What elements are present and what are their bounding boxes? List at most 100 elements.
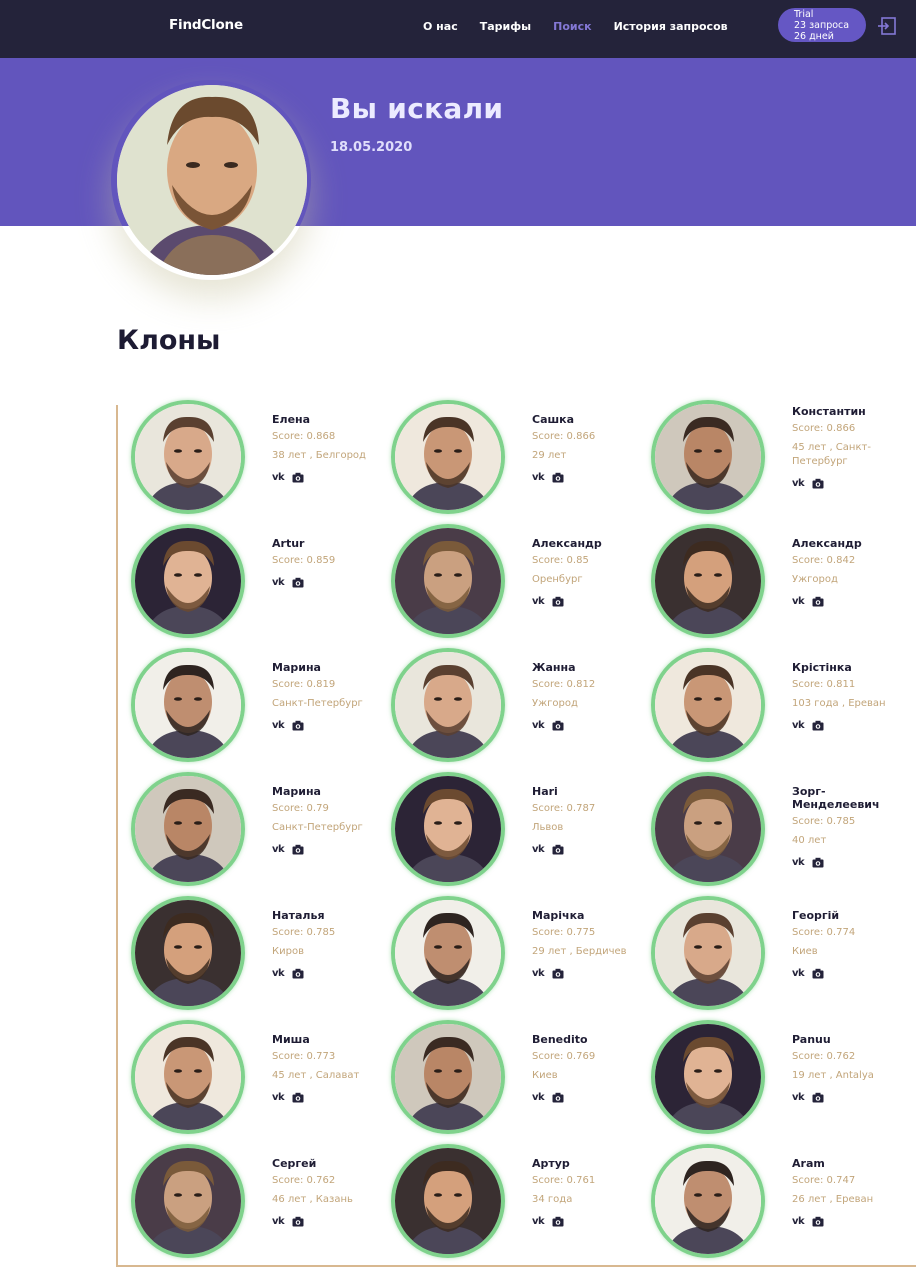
clone-avatar[interactable] <box>131 648 245 762</box>
clone-name[interactable]: Benedito <box>532 1033 642 1046</box>
clone-name[interactable]: Сашка <box>532 413 642 426</box>
clone-name[interactable]: Hari <box>532 785 642 798</box>
clone-links: vk <box>272 1092 382 1103</box>
vk-icon[interactable]: vk <box>532 844 545 855</box>
nav-tariffs[interactable]: Тарифы <box>480 20 531 33</box>
vk-icon[interactable]: vk <box>272 1092 285 1103</box>
camera-icon[interactable] <box>812 478 824 489</box>
vk-icon[interactable]: vk <box>272 844 285 855</box>
trial-badge[interactable]: Trial 23 запроса 26 дней <box>778 8 866 42</box>
nav-search[interactable]: Поиск <box>553 20 591 33</box>
camera-icon[interactable] <box>812 857 824 868</box>
vk-icon[interactable]: vk <box>532 596 545 607</box>
clone-name[interactable]: Марічка <box>532 909 642 922</box>
camera-icon[interactable] <box>292 720 304 731</box>
clone-name[interactable]: Александр <box>792 537 902 550</box>
clone-links: vk <box>272 844 382 855</box>
clone-avatar[interactable] <box>651 400 765 514</box>
vk-icon[interactable]: vk <box>532 1092 545 1103</box>
camera-icon[interactable] <box>812 720 824 731</box>
clone-links: vk <box>532 596 642 607</box>
clone-name[interactable]: Константин <box>792 405 902 418</box>
vk-icon[interactable]: vk <box>792 478 805 489</box>
camera-icon[interactable] <box>552 844 564 855</box>
clone-name[interactable]: Елена <box>272 413 382 426</box>
camera-icon[interactable] <box>552 968 564 979</box>
vk-icon[interactable]: vk <box>272 472 285 483</box>
vk-icon[interactable]: vk <box>532 720 545 731</box>
clone-links: vk <box>272 1216 382 1227</box>
camera-icon[interactable] <box>292 844 304 855</box>
clone-avatar[interactable] <box>651 524 765 638</box>
clone-name[interactable]: Наталья <box>272 909 382 922</box>
camera-icon[interactable] <box>812 1092 824 1103</box>
camera-icon[interactable] <box>552 720 564 731</box>
clone-name[interactable]: Крістінка <box>792 661 902 674</box>
clone-avatar[interactable] <box>131 1144 245 1258</box>
clone-name[interactable]: Александр <box>532 537 642 550</box>
nav-about[interactable]: О нас <box>423 20 458 33</box>
vk-icon[interactable]: vk <box>272 968 285 979</box>
vk-icon[interactable]: vk <box>792 1092 805 1103</box>
clone-avatar[interactable] <box>391 896 505 1010</box>
vk-icon[interactable]: vk <box>792 857 805 868</box>
vk-icon[interactable]: vk <box>792 1216 805 1227</box>
vk-icon[interactable]: vk <box>532 968 545 979</box>
camera-icon[interactable] <box>292 1092 304 1103</box>
logo[interactable]: FindClone <box>169 17 243 33</box>
nav-history[interactable]: История запросов <box>614 20 728 33</box>
clone-avatar[interactable] <box>131 400 245 514</box>
clone-avatar[interactable] <box>651 648 765 762</box>
clone-name[interactable]: Artur <box>272 537 382 550</box>
vk-icon[interactable]: vk <box>532 1216 545 1227</box>
vk-icon[interactable]: vk <box>272 1216 285 1227</box>
vk-icon[interactable]: vk <box>532 472 545 483</box>
clone-name[interactable]: Миша <box>272 1033 382 1046</box>
camera-icon[interactable] <box>552 472 564 483</box>
clone-avatar[interactable] <box>651 772 765 886</box>
logout-icon[interactable] <box>877 16 897 36</box>
clone-avatar[interactable] <box>131 772 245 886</box>
clone-name[interactable]: Георгій <box>792 909 902 922</box>
clone-name[interactable]: Жанна <box>532 661 642 674</box>
clone-avatar[interactable] <box>131 1020 245 1134</box>
clone-score: Score: 0.747 <box>792 1175 856 1186</box>
clone-name[interactable]: Aram <box>792 1157 902 1170</box>
clone-info: Константин Score: 0.866 45 лет , Санкт-Пет… <box>792 405 902 489</box>
vk-icon[interactable]: vk <box>792 968 805 979</box>
clone-avatar[interactable] <box>391 524 505 638</box>
clone-name[interactable]: Марина <box>272 785 382 798</box>
camera-icon[interactable] <box>292 968 304 979</box>
camera-icon[interactable] <box>812 596 824 607</box>
vk-icon[interactable]: vk <box>792 596 805 607</box>
clone-avatar[interactable] <box>651 1020 765 1134</box>
clone-avatar[interactable] <box>391 772 505 886</box>
clone-avatar[interactable] <box>651 1144 765 1258</box>
clone-name[interactable]: Марина <box>272 661 382 674</box>
clone-avatar[interactable] <box>651 896 765 1010</box>
clone-avatar[interactable] <box>391 648 505 762</box>
vk-icon[interactable]: vk <box>792 720 805 731</box>
camera-icon[interactable] <box>552 1092 564 1103</box>
vk-icon[interactable]: vk <box>272 577 285 588</box>
clone-avatar[interactable] <box>131 524 245 638</box>
vk-icon[interactable]: vk <box>272 720 285 731</box>
camera-icon[interactable] <box>292 1216 304 1227</box>
clone-avatar[interactable] <box>391 1020 505 1134</box>
clone-avatar[interactable] <box>391 1144 505 1258</box>
clone-info: Сашка Score: 0.866 29 лет vk <box>532 413 642 483</box>
clone-avatar[interactable] <box>391 400 505 514</box>
camera-icon[interactable] <box>552 1216 564 1227</box>
camera-icon[interactable] <box>292 472 304 483</box>
clone-name[interactable]: Зорг-Менделеевич <box>792 785 902 811</box>
clone-links: vk <box>272 577 382 588</box>
camera-icon[interactable] <box>292 577 304 588</box>
camera-icon[interactable] <box>812 968 824 979</box>
camera-icon[interactable] <box>552 596 564 607</box>
camera-icon[interactable] <box>812 1216 824 1227</box>
clone-card: Миша Score: 0.773 45 лет , Салават vk <box>131 1020 391 1140</box>
clone-avatar[interactable] <box>131 896 245 1010</box>
clone-name[interactable]: Сергей <box>272 1157 382 1170</box>
clone-name[interactable]: Panuu <box>792 1033 902 1046</box>
clone-name[interactable]: Артур <box>532 1157 642 1170</box>
